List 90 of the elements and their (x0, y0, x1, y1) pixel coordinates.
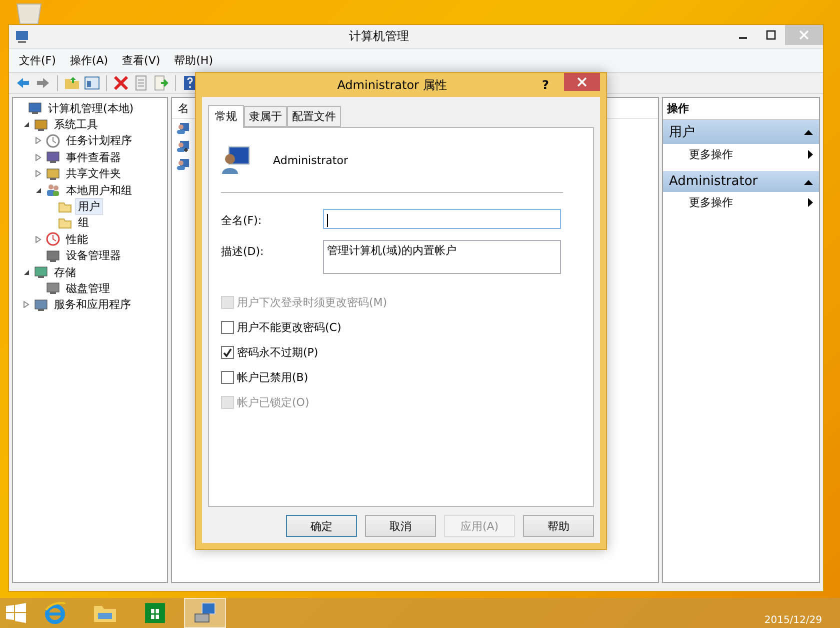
close-icon (799, 30, 809, 40)
tree-item[interactable]: 任务计划程序 (63, 132, 135, 150)
menu-item[interactable]: 帮助(H) (170, 51, 217, 70)
properties-icon[interactable] (133, 75, 149, 91)
export-icon[interactable] (153, 75, 169, 91)
drive-icon (46, 248, 60, 263)
folder-icon[interactable] (93, 603, 117, 623)
menu-item[interactable]: 查看(V) (118, 51, 164, 70)
maximize-icon (766, 30, 776, 40)
tab[interactable]: 配置文件 (287, 106, 341, 127)
checkbox[interactable] (221, 371, 234, 384)
caret-right-icon (808, 150, 813, 159)
browser-icon[interactable] (44, 602, 66, 624)
user-name: Administrator (273, 154, 348, 166)
expand-arrow-icon[interactable] (34, 170, 42, 178)
help-button[interactable]: ? (542, 78, 564, 92)
tree-item[interactable]: 本地用户和组 (63, 182, 135, 199)
close-icon (577, 77, 587, 87)
forward-arrow-icon[interactable] (35, 75, 51, 91)
action-item[interactable]: 更多操作 (663, 192, 819, 213)
folder-icon (58, 200, 72, 213)
log-icon (46, 150, 60, 164)
tree-item[interactable]: 用户 (75, 198, 103, 216)
dialog-button[interactable]: 确定 (286, 515, 357, 537)
drive-icon (46, 281, 60, 296)
checkbox-label: 用户下次登录时须更改密码(M) (237, 295, 388, 310)
clock-icon (46, 134, 60, 148)
caret-up-icon (804, 129, 813, 135)
start-icon[interactable] (6, 603, 26, 623)
tree-item[interactable]: 磁盘管理 (63, 280, 113, 297)
collapse-arrow-icon[interactable] (34, 186, 42, 194)
console-tree-icon[interactable] (84, 75, 100, 91)
back-arrow-icon[interactable] (15, 75, 31, 91)
user-computer-icon (221, 145, 251, 175)
computer-icon (15, 30, 29, 44)
delete-icon[interactable] (113, 75, 129, 91)
window-title: 计算机管理 (348, 28, 410, 45)
help-icon[interactable] (182, 75, 198, 91)
field-label: 全名(F): (221, 213, 263, 228)
checkbox-label: 帐户已禁用(B) (237, 370, 308, 385)
tree-item[interactable]: 计算机管理(本地) (45, 100, 137, 117)
tree-item[interactable]: 设备管理器 (63, 247, 124, 264)
tree-item[interactable]: 事件查看器 (63, 148, 124, 166)
tab[interactable]: 常规 (208, 105, 244, 128)
field-label: 描述(D): (221, 244, 265, 259)
users-icon (46, 183, 60, 198)
expand-arrow-icon[interactable] (34, 137, 42, 144)
description-field[interactable]: 管理计算机(域)的内置帐户 (323, 240, 561, 274)
expand-arrow-icon[interactable] (34, 236, 42, 243)
actions-section[interactable]: Administrator (663, 171, 819, 192)
store-icon[interactable] (144, 602, 166, 624)
gauge-icon (46, 232, 60, 246)
checkbox-label: 用户不能更改密码(C) (237, 320, 342, 335)
storage-icon (34, 265, 48, 280)
folder-icon (58, 216, 72, 229)
actions-section[interactable]: 用户 (663, 120, 819, 144)
tree-item[interactable]: 存储 (51, 264, 79, 281)
tools-icon (34, 118, 48, 132)
dialog-title: Administrator 属性 (336, 76, 448, 94)
dialog-button[interactable]: 取消 (365, 515, 436, 537)
services-icon (34, 298, 48, 312)
checkbox-label: 密码永不过期(P) (237, 345, 318, 360)
tree-item[interactable]: 性能 (63, 230, 91, 248)
menu-item[interactable]: 操作(A) (66, 51, 112, 70)
collapse-arrow-icon[interactable] (22, 121, 30, 128)
tree-item[interactable]: 组 (75, 214, 92, 232)
user-icon[interactable] (176, 139, 190, 153)
close-button[interactable] (564, 73, 600, 91)
checkbox-label: 帐户已锁定(O) (237, 395, 310, 410)
caret-right-icon (808, 198, 813, 207)
computer-icon (28, 101, 42, 116)
expand-arrow-icon[interactable] (34, 154, 42, 161)
checkbox[interactable] (221, 321, 234, 334)
tree-item[interactable]: 系统工具 (51, 116, 101, 134)
computer-management-icon[interactable] (193, 602, 217, 624)
tree-item[interactable]: 共享文件夹 (63, 165, 124, 182)
caret-up-icon (804, 178, 813, 184)
dialog-button[interactable]: 帮助 (523, 515, 594, 537)
collapse-arrow-icon[interactable] (22, 268, 30, 276)
action-item[interactable]: 更多操作 (663, 144, 819, 165)
expand-arrow-icon[interactable] (22, 301, 30, 308)
folder-up-icon[interactable] (64, 75, 80, 91)
full-name-field[interactable] (323, 209, 561, 229)
menu-item[interactable]: 文件(F) (15, 51, 60, 70)
tab[interactable]: 隶属于 (244, 106, 287, 127)
tree-item[interactable]: 服务和应用程序 (51, 296, 134, 314)
minimize-icon (738, 37, 748, 39)
checkbox[interactable] (221, 346, 234, 359)
date-text: 2015/12/29 (764, 615, 822, 628)
shared-folder-icon (46, 166, 60, 181)
